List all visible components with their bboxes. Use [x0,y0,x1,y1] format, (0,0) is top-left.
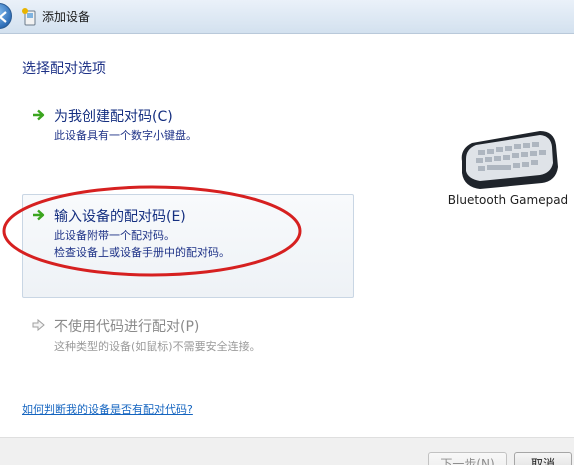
device-name: Bluetooth Gamepad [447,193,569,207]
option-title: 不使用代码进行配对(P) [54,319,200,335]
page-heading: 选择配对选项 [22,61,106,77]
option-description: 检查设备上或设备手册中的配对码。 [54,246,230,259]
next-button[interactable]: 下一步(N) [428,452,507,465]
keyboard-device-icon [461,131,558,189]
option-title: 输入设备的配对码(E) [54,209,186,225]
option-title: 为我创建配对码(C) [54,109,173,125]
option-description: 此设备具有一个数字小键盘。 [54,129,197,142]
device-preview: Bluetooth Gamepad [446,127,570,217]
option-description: 此设备附带一个配对码。 [54,229,175,242]
cancel-button[interactable]: 取消 [514,452,572,465]
green-arrow-icon [33,109,45,121]
gray-arrow-icon [32,318,45,332]
window-title: 添加设备 [42,10,91,24]
title-bar: 添加设备 [0,0,574,34]
green-arrow-icon [33,209,45,221]
option-description: 这种类型的设备(如鼠标)不需要安全连接。 [54,340,261,353]
back-button[interactable] [0,3,12,29]
add-device-icon [22,8,36,26]
help-link[interactable]: 如何判断我的设备是否有配对代码? [22,401,193,417]
back-arrow-icon [0,11,7,23]
